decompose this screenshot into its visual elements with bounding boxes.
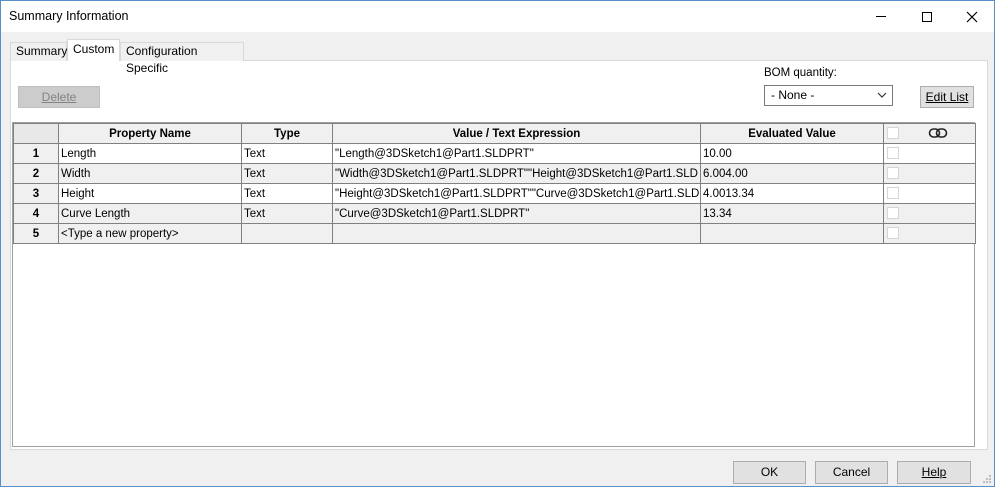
header-link (883, 123, 976, 144)
help-button[interactable]: Help (897, 461, 971, 484)
tab-custom[interactable]: Custom (67, 39, 120, 61)
link-all-checkbox[interactable] (887, 127, 899, 140)
ok-button[interactable]: OK (733, 461, 806, 484)
row-number[interactable]: 4 (13, 203, 59, 224)
type-cell[interactable]: Text (241, 163, 333, 184)
bom-quantity-select[interactable]: - None - (764, 85, 893, 106)
maximize-icon (922, 11, 932, 22)
link-checkbox[interactable] (887, 187, 899, 200)
link-checkbox[interactable] (887, 167, 899, 180)
row-number[interactable]: 1 (13, 143, 59, 164)
link-icon (928, 128, 948, 138)
maximize-button[interactable] (904, 1, 950, 32)
property-name-cell[interactable]: Width (58, 163, 242, 184)
evaluated-cell: 6.004.00 (700, 163, 884, 184)
chevron-down-icon (877, 92, 887, 98)
table-row[interactable]: 1 Length Text "Length@3DSketch1@Part1.SL… (13, 143, 976, 164)
tab-summary[interactable]: Summary (10, 42, 67, 61)
header-property-name[interactable]: Property Name (58, 123, 242, 144)
row-number[interactable]: 3 (13, 183, 59, 204)
title-bar: Summary Information (1, 1, 994, 32)
evaluated-cell (700, 223, 884, 244)
header-value-expression[interactable]: Value / Text Expression (332, 123, 701, 144)
link-cell (883, 223, 976, 244)
property-name-cell[interactable]: Length (58, 143, 242, 164)
evaluated-cell: 10.00 (700, 143, 884, 164)
type-cell[interactable]: Text (241, 203, 333, 224)
window-title: Summary Information (9, 9, 129, 23)
delete-button[interactable]: Delete (18, 86, 100, 108)
header-type[interactable]: Type (241, 123, 333, 144)
minimize-icon (876, 16, 886, 17)
value-cell[interactable]: "Length@3DSketch1@Part1.SLDPRT" (332, 143, 701, 164)
tab-configuration-specific[interactable]: Configuration Specific (120, 42, 244, 75)
summary-information-dialog: Summary Information Summary Custom Confi… (0, 0, 995, 487)
table-row[interactable]: 3 Height Text "Height@3DSketch1@Part1.SL… (13, 183, 976, 204)
close-button[interactable] (949, 1, 995, 32)
evaluated-cell: 13.34 (700, 203, 884, 224)
row-number[interactable]: 2 (13, 163, 59, 184)
type-cell[interactable] (241, 223, 333, 244)
minimize-button[interactable] (858, 1, 904, 32)
properties-table: Property Name Type Value / Text Expressi… (13, 123, 976, 244)
bom-quantity-value: - None - (771, 88, 815, 102)
edit-list-label: Edit List (925, 90, 969, 104)
value-cell[interactable]: "Width@3DSketch1@Part1.SLDPRT""Height@3D… (332, 163, 701, 184)
link-checkbox[interactable] (887, 147, 899, 160)
link-cell (883, 163, 976, 184)
table-row[interactable]: 5 <Type a new property> (13, 223, 976, 244)
evaluated-cell: 4.0013.34 (700, 183, 884, 204)
property-name-cell[interactable]: Curve Length (58, 203, 242, 224)
table-row[interactable]: 2 Width Text "Width@3DSketch1@Part1.SLDP… (13, 163, 976, 184)
custom-properties-grid: Property Name Type Value / Text Expressi… (12, 122, 976, 447)
help-button-label: Help (921, 465, 947, 479)
value-cell[interactable]: "Height@3DSketch1@Part1.SLDPRT""Curve@3D… (332, 183, 701, 204)
row-number[interactable]: 5 (13, 223, 59, 244)
cancel-button[interactable]: Cancel (815, 461, 888, 484)
bom-quantity-label: BOM quantity: (764, 67, 837, 79)
resize-grip-icon[interactable] (982, 474, 992, 484)
edit-list-button[interactable]: Edit List (920, 86, 974, 108)
type-cell[interactable]: Text (241, 143, 333, 164)
value-cell[interactable]: "Curve@3DSketch1@Part1.SLDPRT" (332, 203, 701, 224)
delete-button-label: Delete (41, 90, 77, 104)
close-icon (966, 11, 978, 22)
value-cell[interactable] (332, 223, 701, 244)
header-evaluated-value[interactable]: Evaluated Value (700, 123, 884, 144)
link-cell (883, 143, 976, 164)
corner-header (13, 123, 59, 144)
link-checkbox[interactable] (887, 227, 899, 240)
new-property-cell[interactable]: <Type a new property> (58, 223, 242, 244)
type-cell[interactable]: Text (241, 183, 333, 204)
link-cell (883, 203, 976, 224)
link-cell (883, 183, 976, 204)
table-row[interactable]: 4 Curve Length Text "Curve@3DSketch1@Par… (13, 203, 976, 224)
link-checkbox[interactable] (887, 207, 899, 220)
property-name-cell[interactable]: Height (58, 183, 242, 204)
